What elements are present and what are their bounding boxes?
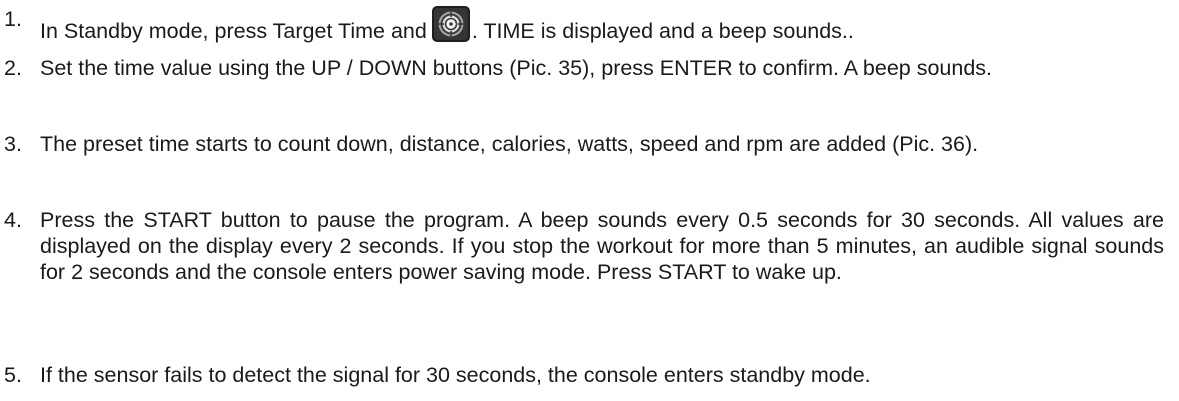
step-text: In Standby mode, press Target Time and .… [40, 6, 1164, 48]
target-button-icon [431, 6, 471, 48]
instruction-page: 1. In Standby mode, press Target Time an… [0, 0, 1179, 401]
step-text: Set the time value using the UP / DOWN b… [40, 56, 993, 80]
step-number: 4. [4, 208, 22, 232]
list-item: 2. Set the time value using the UP / DOW… [4, 55, 1164, 81]
step-text: The preset time starts to count down, di… [40, 132, 979, 156]
step-number: 2. [4, 56, 22, 80]
step-number: 1. [4, 7, 22, 31]
step-text: If the sensor fails to detect the signal… [40, 363, 871, 387]
list-item: 1. In Standby mode, press Target Time an… [4, 6, 1164, 48]
step-text: Press the START button to pause the prog… [40, 208, 1164, 284]
list-item: 4. Press the START button to pause the p… [4, 207, 1164, 285]
list-item: 3. The preset time starts to count down,… [4, 131, 1164, 157]
step-number: 5. [4, 363, 22, 387]
step-number: 3. [4, 132, 22, 156]
step-text-before-icon: In Standby mode, press Target Time and [40, 19, 427, 43]
list-item: 5. If the sensor fails to detect the sig… [4, 362, 1164, 388]
step-text-after-icon: . TIME is displayed and a beep sounds.. [471, 19, 854, 43]
